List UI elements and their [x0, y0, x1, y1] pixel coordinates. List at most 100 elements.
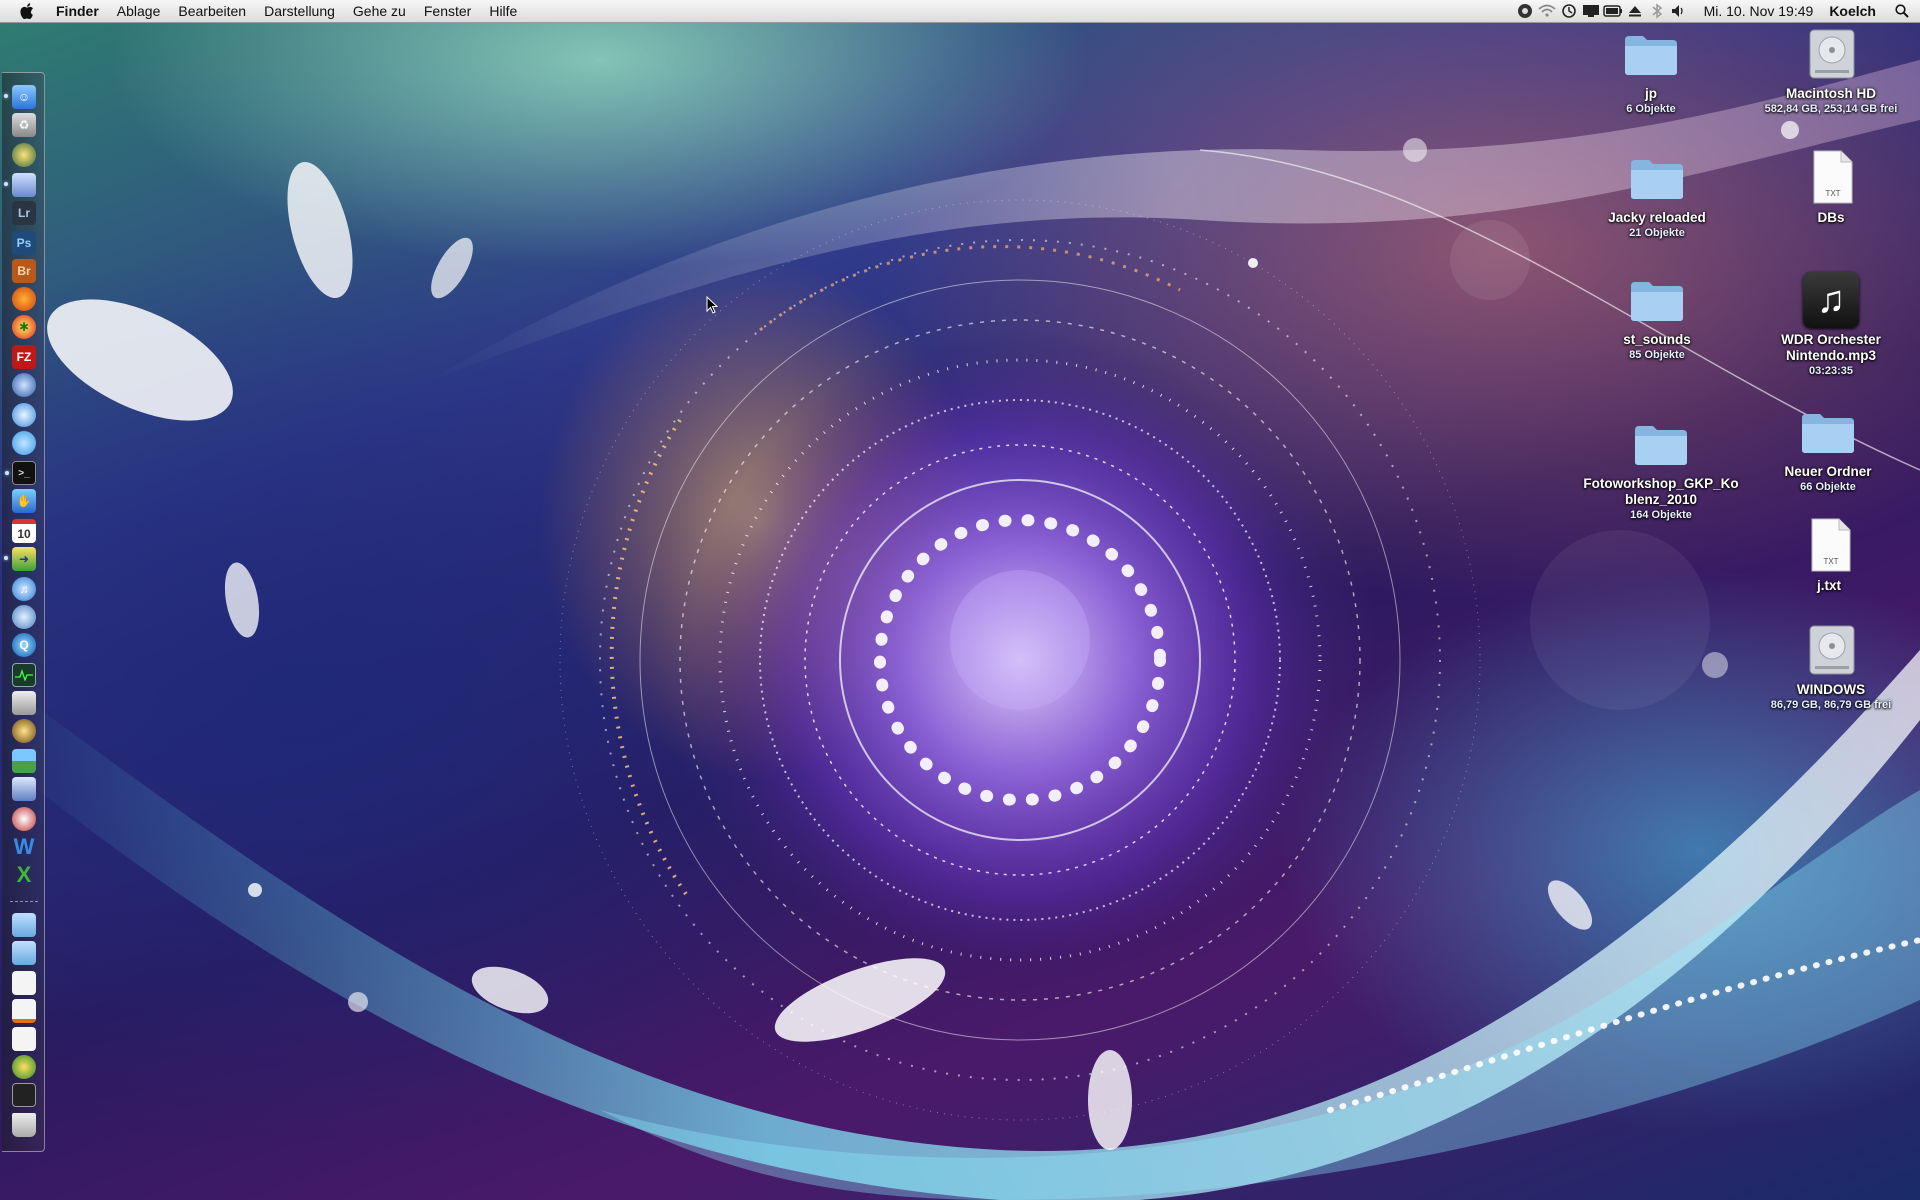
dock-separator	[10, 901, 38, 904]
aperture-icon[interactable]	[12, 719, 36, 743]
activity-monitor-icon[interactable]	[12, 663, 36, 687]
document-icon[interactable]	[12, 1083, 36, 1107]
folder-icon	[1629, 414, 1693, 474]
time-machine-icon[interactable]	[1558, 0, 1580, 22]
clock-icon[interactable]	[12, 807, 36, 831]
folder-icon	[1796, 402, 1860, 462]
lightroom-icon[interactable]: Lr	[12, 201, 36, 225]
desktop-icon-st-sounds[interactable]: st_sounds 85 Objekte	[1567, 270, 1747, 362]
photoshop-icon[interactable]: Ps	[12, 231, 36, 255]
icon-label: j.txt	[1816, 578, 1841, 593]
menu-finder[interactable]: Finder	[50, 0, 108, 22]
desktop-icon-wdr-mp3[interactable]: ♫ WDR Orchester Nintendo.mp3 03:23:35	[1741, 270, 1920, 378]
document-icon[interactable]	[12, 1027, 36, 1051]
icon-label: WDR Orchester Nintendo.mp3	[1781, 332, 1881, 363]
excel-icon[interactable]: X	[12, 862, 36, 887]
firefox-icon[interactable]	[12, 287, 36, 311]
icon-label-line2: blenz_2010	[1624, 492, 1698, 507]
icon-info: 86,79 GB, 86,79 GB frei	[1770, 699, 1892, 711]
grab-icon[interactable]	[12, 691, 36, 715]
svg-text:TXT: TXT	[1825, 189, 1840, 198]
word-icon[interactable]: W	[12, 834, 36, 859]
hard-drive-icon	[1799, 620, 1863, 680]
bluetooth-icon[interactable]	[1646, 0, 1668, 22]
document-icon[interactable]	[12, 999, 36, 1023]
menu-bearbeiten[interactable]: Bearbeiten	[169, 0, 255, 22]
finder-icon[interactable]: ☺	[4, 85, 36, 109]
folder-icon[interactable]	[12, 913, 36, 937]
automator-icon[interactable]	[12, 777, 36, 801]
mouse-cursor-icon	[706, 295, 719, 319]
menu-bar: Finder Ablage Bearbeiten Darstellung Geh…	[0, 0, 1920, 23]
wifi-icon[interactable]	[1536, 0, 1558, 22]
icon-info: 21 Objekte	[1629, 227, 1685, 239]
icon-label: st_sounds	[1623, 332, 1691, 347]
apple-icon[interactable]	[18, 2, 36, 20]
icon-info: 164 Objekte	[1630, 509, 1692, 521]
volume-icon[interactable]	[1668, 0, 1690, 22]
icon-label-line1: Fotoworkshop_GKP_Ko	[1583, 476, 1739, 491]
display-icon[interactable]	[1580, 0, 1602, 22]
hand-icon[interactable]: ✋	[12, 489, 36, 513]
quicktime-icon[interactable]: Q	[12, 633, 36, 657]
arrow-icon[interactable]: ➜	[4, 547, 36, 571]
desktop-icon-windows[interactable]: WINDOWS 86,79 GB, 86,79 GB frei	[1741, 620, 1920, 712]
folder-icon	[1625, 148, 1689, 208]
menu-ablage[interactable]: Ablage	[108, 0, 170, 22]
dock: ☺ ♻ Lr Ps Br ✱ FZ >_ ✋ 10 ➜ ♫ Q W X	[2, 72, 45, 1152]
spotlight-icon[interactable]	[1890, 4, 1914, 18]
desktop-icon-fotoworkshop[interactable]: Fotoworkshop_GKP_Ko blenz_2010 164 Objek…	[1571, 414, 1751, 522]
download-icon[interactable]	[12, 1055, 36, 1079]
desktop-icon-macintosh-hd[interactable]: Macintosh HD 582,84 GB, 253,14 GB frei	[1741, 24, 1920, 116]
desktop-icon-jp[interactable]: jp 6 Objekte	[1561, 24, 1741, 116]
icon-info: 85 Objekte	[1629, 349, 1685, 361]
bridge-icon[interactable]: Br	[12, 259, 36, 283]
itunes-icon[interactable]: ♫	[12, 577, 36, 601]
filezilla-icon[interactable]: FZ	[12, 345, 36, 369]
music-file-icon: ♫	[1799, 270, 1863, 330]
folder-icon	[1619, 24, 1683, 84]
crossover-icon[interactable]: ✱	[12, 315, 36, 339]
eject-icon[interactable]	[1624, 0, 1646, 22]
chat-icon[interactable]	[12, 431, 36, 455]
icon-label: Neuer Ordner	[1784, 464, 1872, 479]
icon-label: DBs	[1817, 210, 1845, 225]
folder-icon	[1625, 270, 1689, 330]
hard-drive-icon	[1799, 24, 1863, 84]
trash-recycle-icon[interactable]: ♻	[12, 113, 36, 137]
menubar-user[interactable]: Koelch	[1823, 3, 1890, 19]
search-app-icon[interactable]	[12, 605, 36, 629]
desktop-icon-neuer-ordner[interactable]: Neuer Ordner 66 Objekte	[1738, 402, 1918, 494]
landscape-icon[interactable]	[12, 749, 36, 773]
film-reel-icon[interactable]	[12, 143, 36, 167]
desktop-icon-dbs[interactable]: TXT DBs	[1741, 148, 1920, 226]
icon-label: Jacky reloaded	[1608, 210, 1706, 225]
menu-darstellung[interactable]: Darstellung	[255, 0, 344, 22]
text-file-icon: TXT	[1799, 148, 1863, 208]
text-file-icon: TXT	[1797, 516, 1861, 576]
icon-info: 03:23:35	[1808, 365, 1854, 377]
status-area: Mi. 10. Nov 19:49 Koelch	[1514, 0, 1920, 22]
preview-icon[interactable]	[4, 173, 36, 197]
folder-icon[interactable]	[12, 941, 36, 965]
icon-info: 66 Objekte	[1800, 481, 1856, 493]
icon-info: 6 Objekte	[1626, 103, 1676, 115]
icon-label: jp	[1645, 86, 1657, 101]
desktop-icon-jacky-reloaded[interactable]: Jacky reloaded 21 Objekte	[1567, 148, 1747, 240]
safari-icon[interactable]	[12, 403, 36, 427]
globe-icon[interactable]	[12, 373, 36, 397]
terminal-icon[interactable]: >_	[5, 461, 36, 485]
menubar-clock[interactable]: Mi. 10. Nov 19:49	[1690, 3, 1824, 19]
menu-hilfe[interactable]: Hilfe	[480, 0, 526, 22]
menu-fenster[interactable]: Fenster	[415, 0, 480, 22]
battery-icon[interactable]	[1602, 0, 1624, 22]
sync-icon[interactable]	[1514, 0, 1536, 22]
menu-gehe-zu[interactable]: Gehe zu	[344, 0, 415, 22]
calendar-icon[interactable]: 10	[12, 519, 36, 543]
desktop-icon-j-txt[interactable]: TXT j.txt	[1739, 516, 1919, 594]
icon-label: Macintosh HD	[1785, 86, 1876, 101]
trash-icon[interactable]	[12, 1113, 36, 1137]
svg-text:TXT: TXT	[1823, 557, 1838, 566]
icon-info: 582,84 GB, 253,14 GB frei	[1764, 103, 1898, 115]
document-icon[interactable]	[12, 971, 36, 995]
